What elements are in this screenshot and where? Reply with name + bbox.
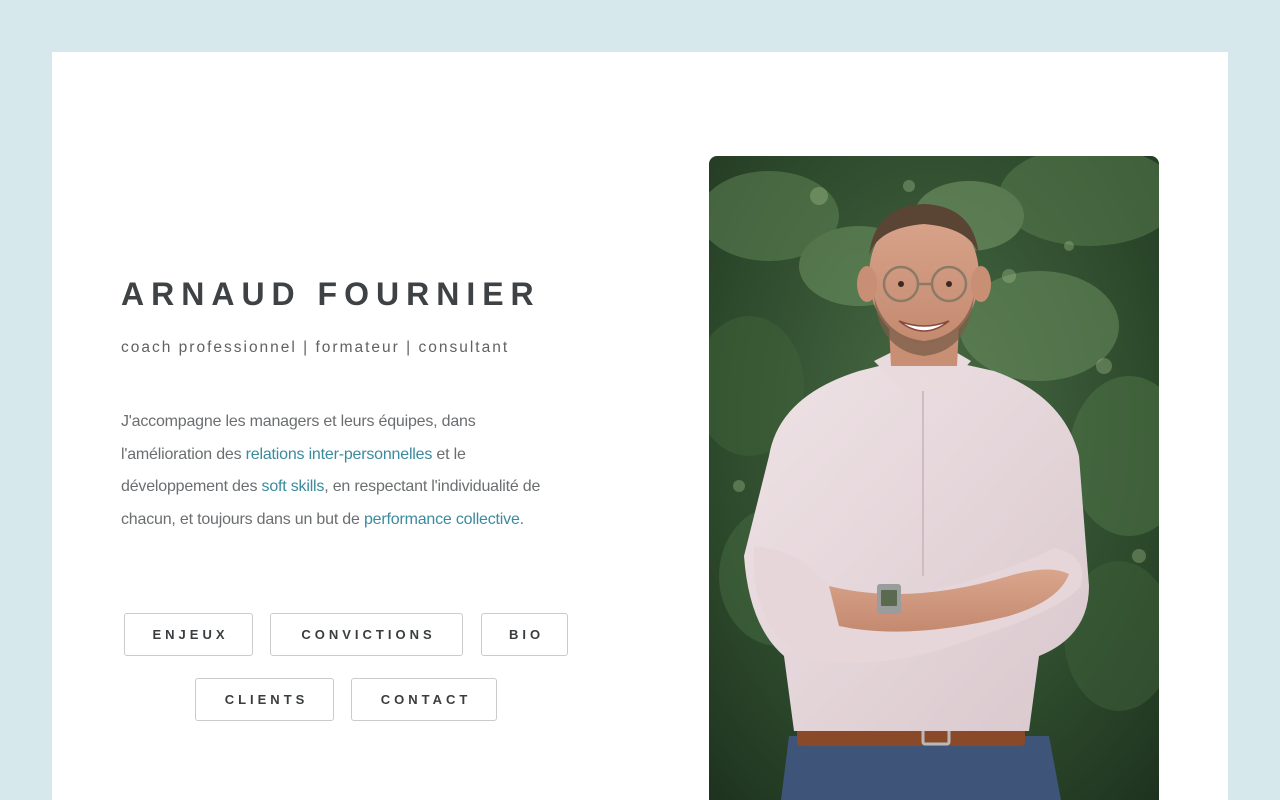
highlight-performance: performance collective: [363, 510, 520, 528]
clients-button[interactable]: CLIENTS: [195, 678, 334, 721]
portrait-illustration: [709, 156, 1159, 800]
portrait-photo: [709, 156, 1159, 800]
page-title: ARNAUD FOURNIER: [121, 276, 541, 312]
highlight-relations: relations inter-personnelles: [245, 445, 433, 463]
intro-paragraph: J'accompagne les managers et leurs équip…: [121, 406, 566, 536]
bio-button[interactable]: BIO: [481, 613, 568, 656]
main-card: ARNAUD FOURNIER coach professionnel | fo…: [52, 52, 1228, 800]
enjeux-button[interactable]: ENJEUX: [124, 613, 253, 656]
highlight-soft-skills: soft skills: [261, 478, 325, 495]
contact-button[interactable]: CONTACT: [351, 678, 497, 721]
convictions-button[interactable]: CONVICTIONS: [270, 613, 463, 656]
intro-text: .: [519, 510, 524, 528]
tagline: coach professionnel | formateur | consul…: [121, 339, 510, 356]
